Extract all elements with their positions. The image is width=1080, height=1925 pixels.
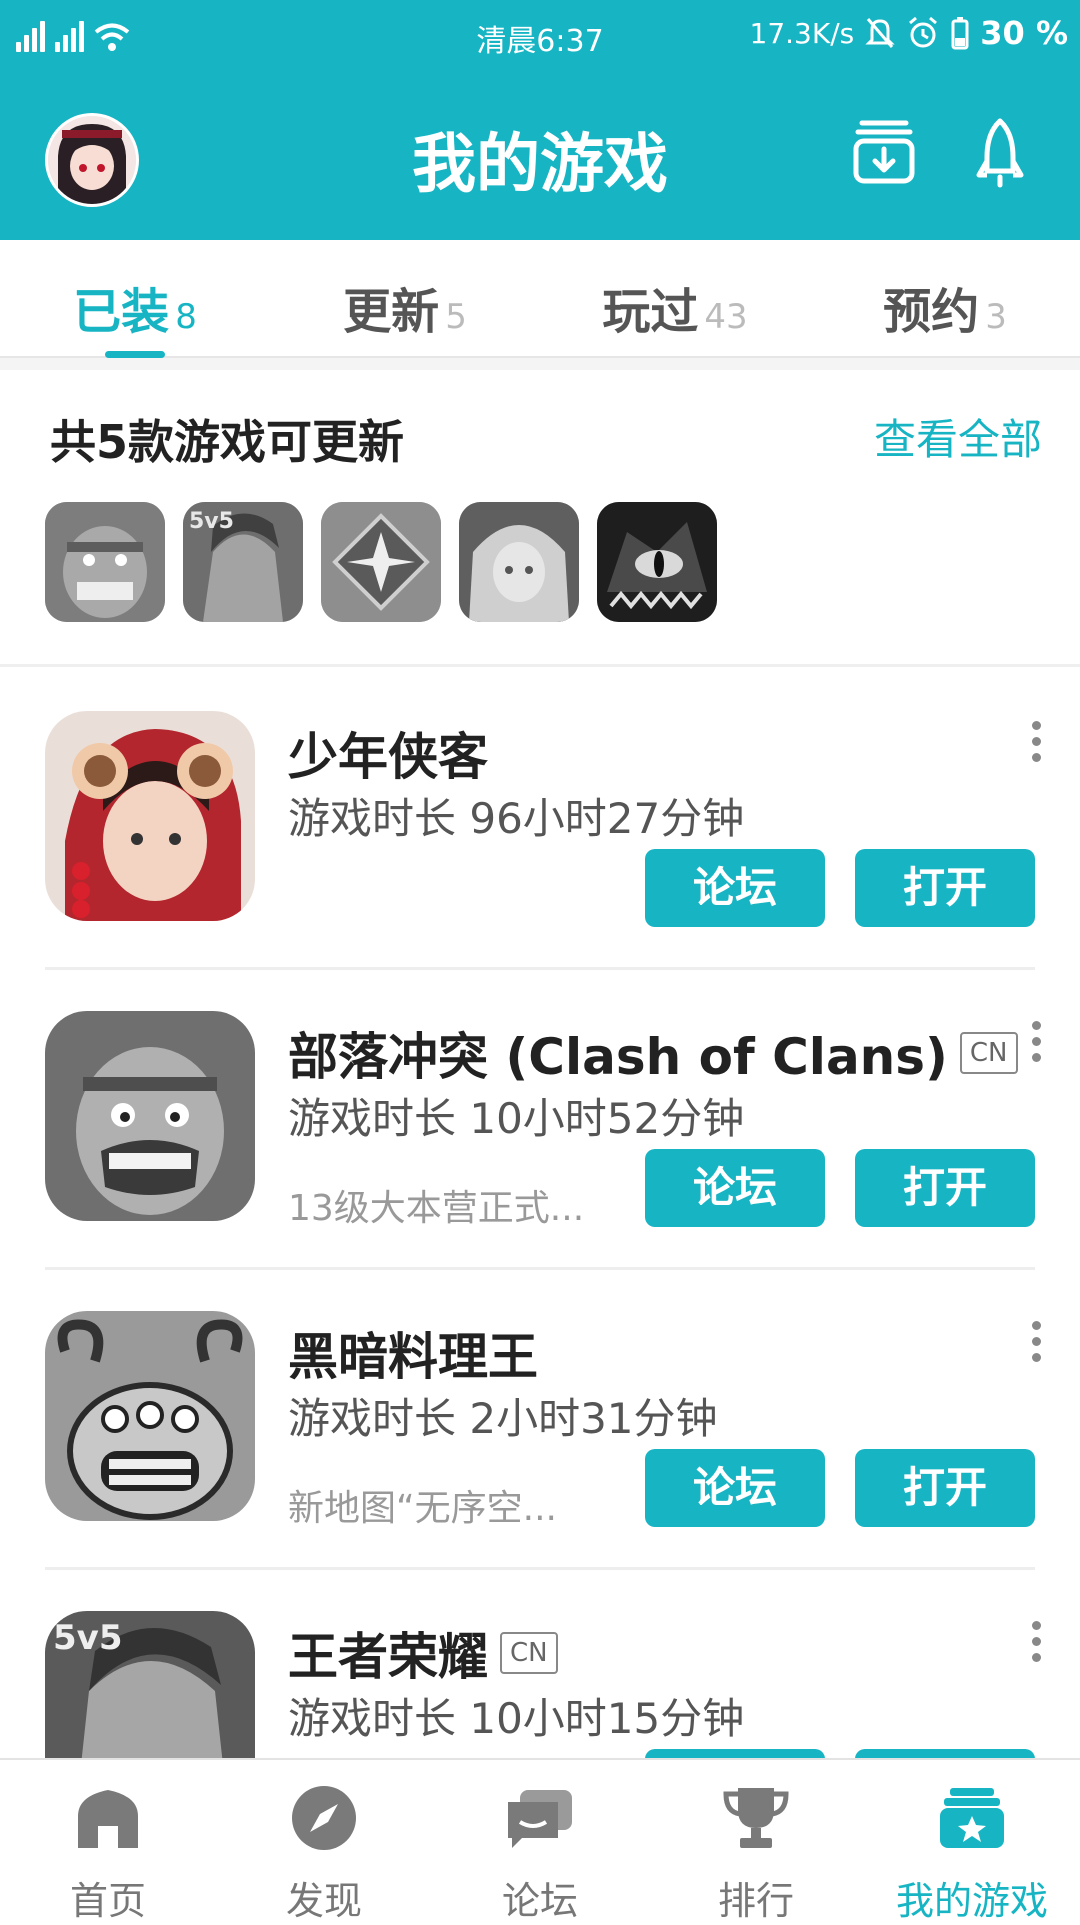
compass-icon	[292, 1786, 356, 1850]
nav-label: 排行	[717, 1879, 794, 1923]
tab-installed[interactable]: 已装 8	[0, 240, 270, 358]
game-playtime: 游戏时长 10小时52分钟	[288, 1094, 745, 1143]
game-playtime: 游戏时长 10小时15分钟	[288, 1694, 745, 1743]
tab-updates[interactable]: 更新 5	[270, 240, 540, 356]
game-news[interactable]: 13级大本营正式...	[288, 1179, 584, 1231]
game-name-text: 王者荣耀	[288, 1628, 488, 1686]
game-name-text: 黑暗料理王	[288, 1328, 538, 1386]
tab-count: 3	[985, 297, 1007, 337]
game-name-text: 少年侠客	[288, 728, 488, 786]
anime-girl-game-icon[interactable]	[459, 502, 579, 622]
tab-indicator	[105, 351, 165, 358]
status-right: 17.3K/s 30 %	[750, 14, 1068, 52]
net-speed: 17.3K/s	[749, 16, 855, 50]
game-name: 黑暗料理王	[288, 1317, 538, 1389]
tab-label: 已装	[73, 284, 170, 340]
forum-button[interactable]: 论坛	[645, 849, 825, 927]
game-icon-honor-of-kings[interactable]: 5v5	[45, 1611, 255, 1758]
game-item[interactable]: 黑暗料理王 游戏时长 2小时31分钟 新地图“无序空... 论坛 打开	[0, 1267, 1080, 1567]
more-options-icon[interactable]	[1032, 1321, 1042, 1362]
tab-count: 8	[175, 297, 197, 337]
page-title: 我的游戏	[412, 128, 668, 202]
nav-forum[interactable]: 论坛	[432, 1760, 648, 1923]
nav-ranking[interactable]: 排行	[648, 1760, 864, 1923]
updates-title: 共5款游戏可更新	[50, 415, 405, 469]
svg-text:5v5: 5v5	[53, 1618, 122, 1658]
bell-off-icon	[865, 18, 895, 48]
battery-percent: 30 %	[980, 14, 1068, 52]
svg-text:5v5: 5v5	[189, 509, 234, 534]
game-name-text: 部落冲突 (Clash of Clans)	[288, 1028, 948, 1086]
game-icon-shaonian[interactable]	[45, 711, 255, 921]
tab-reserved[interactable]: 预约 3	[810, 240, 1080, 356]
trophy-icon	[723, 1788, 789, 1848]
status-bar: 清晨6:37 17.3K/s 30 %	[0, 0, 1080, 75]
rocket-icon[interactable]	[975, 117, 1025, 189]
tab-count: 43	[704, 297, 748, 337]
game-icon-dark-cuisine[interactable]	[45, 1311, 255, 1521]
battery-icon	[951, 17, 969, 50]
clash-of-clans-icon[interactable]	[45, 502, 165, 622]
tab-label: 玩过	[602, 284, 699, 340]
section-separator	[0, 358, 1080, 370]
open-button[interactable]: 打开	[855, 1449, 1035, 1527]
more-options-icon[interactable]	[1032, 721, 1042, 762]
game-playtime: 游戏时长 96小时27分钟	[288, 794, 745, 843]
tab-bar: 已装 8 更新 5 玩过 43 预约 3	[0, 240, 1080, 358]
nav-home[interactable]: 首页	[0, 1760, 216, 1923]
crest-game-icon[interactable]	[321, 502, 441, 622]
tab-played[interactable]: 玩过 43	[540, 240, 810, 356]
game-item[interactable]: 5v5 王者荣耀 CN 游戏时长 10小时15分钟 论坛 打开	[0, 1567, 1080, 1758]
forum-button[interactable]: 论坛	[645, 1449, 825, 1527]
nav-discover[interactable]: 发现	[216, 1760, 432, 1923]
honor-of-kings-icon[interactable]: 5v5	[183, 502, 303, 622]
nav-my-games[interactable]: 我的游戏	[864, 1760, 1080, 1923]
game-news[interactable]: 新地图“无序空...	[288, 1479, 557, 1531]
app-header: 我的游戏	[0, 75, 1080, 240]
game-playtime: 游戏时长 2小时31分钟	[288, 1394, 718, 1443]
game-star-icon	[940, 1788, 1004, 1848]
game-icon-clash-of-clans[interactable]	[45, 1011, 255, 1221]
open-button[interactable]: 打开	[855, 849, 1035, 927]
view-all-link[interactable]: 查看全部	[874, 406, 1042, 467]
download-box-icon[interactable]	[852, 117, 916, 185]
open-button[interactable]: 打开	[855, 1749, 1035, 1758]
bottom-nav: 首页 发现 论坛 排行 我的游戏	[0, 1758, 1080, 1923]
game-item[interactable]: 少年侠客 游戏时长 96小时27分钟 论坛 打开	[0, 667, 1080, 967]
region-badge: CN	[959, 1032, 1018, 1074]
dragon-eye-game-icon[interactable]	[597, 502, 717, 622]
alarm-icon	[909, 16, 938, 48]
tab-count: 5	[445, 297, 467, 337]
open-button[interactable]: 打开	[855, 1149, 1035, 1227]
game-item[interactable]: 部落冲突 (Clash of Clans) CN 游戏时长 10小时52分钟 13…	[0, 967, 1080, 1267]
nav-label: 论坛	[501, 1879, 578, 1923]
game-name: 少年侠客	[288, 717, 488, 789]
home-icon	[78, 1790, 138, 1848]
tab-label: 更新	[343, 284, 440, 340]
nav-label: 发现	[285, 1879, 362, 1923]
chat-icon	[508, 1790, 572, 1848]
updates-section: 共5款游戏可更新 查看全部 5v5	[0, 370, 1080, 664]
region-badge: CN	[500, 1632, 558, 1674]
forum-button[interactable]: 论坛	[645, 1749, 825, 1758]
more-options-icon[interactable]	[1032, 1621, 1042, 1662]
tab-label: 预约	[883, 284, 980, 340]
nav-label: 我的游戏	[895, 1879, 1048, 1923]
update-icons: 5v5	[45, 502, 717, 622]
more-options-icon[interactable]	[1032, 1021, 1042, 1062]
nav-label: 首页	[69, 1879, 146, 1923]
game-name: 王者荣耀 CN	[288, 1617, 558, 1689]
forum-button[interactable]: 论坛	[645, 1149, 825, 1227]
game-name: 部落冲突 (Clash of Clans) CN	[288, 1017, 1018, 1089]
